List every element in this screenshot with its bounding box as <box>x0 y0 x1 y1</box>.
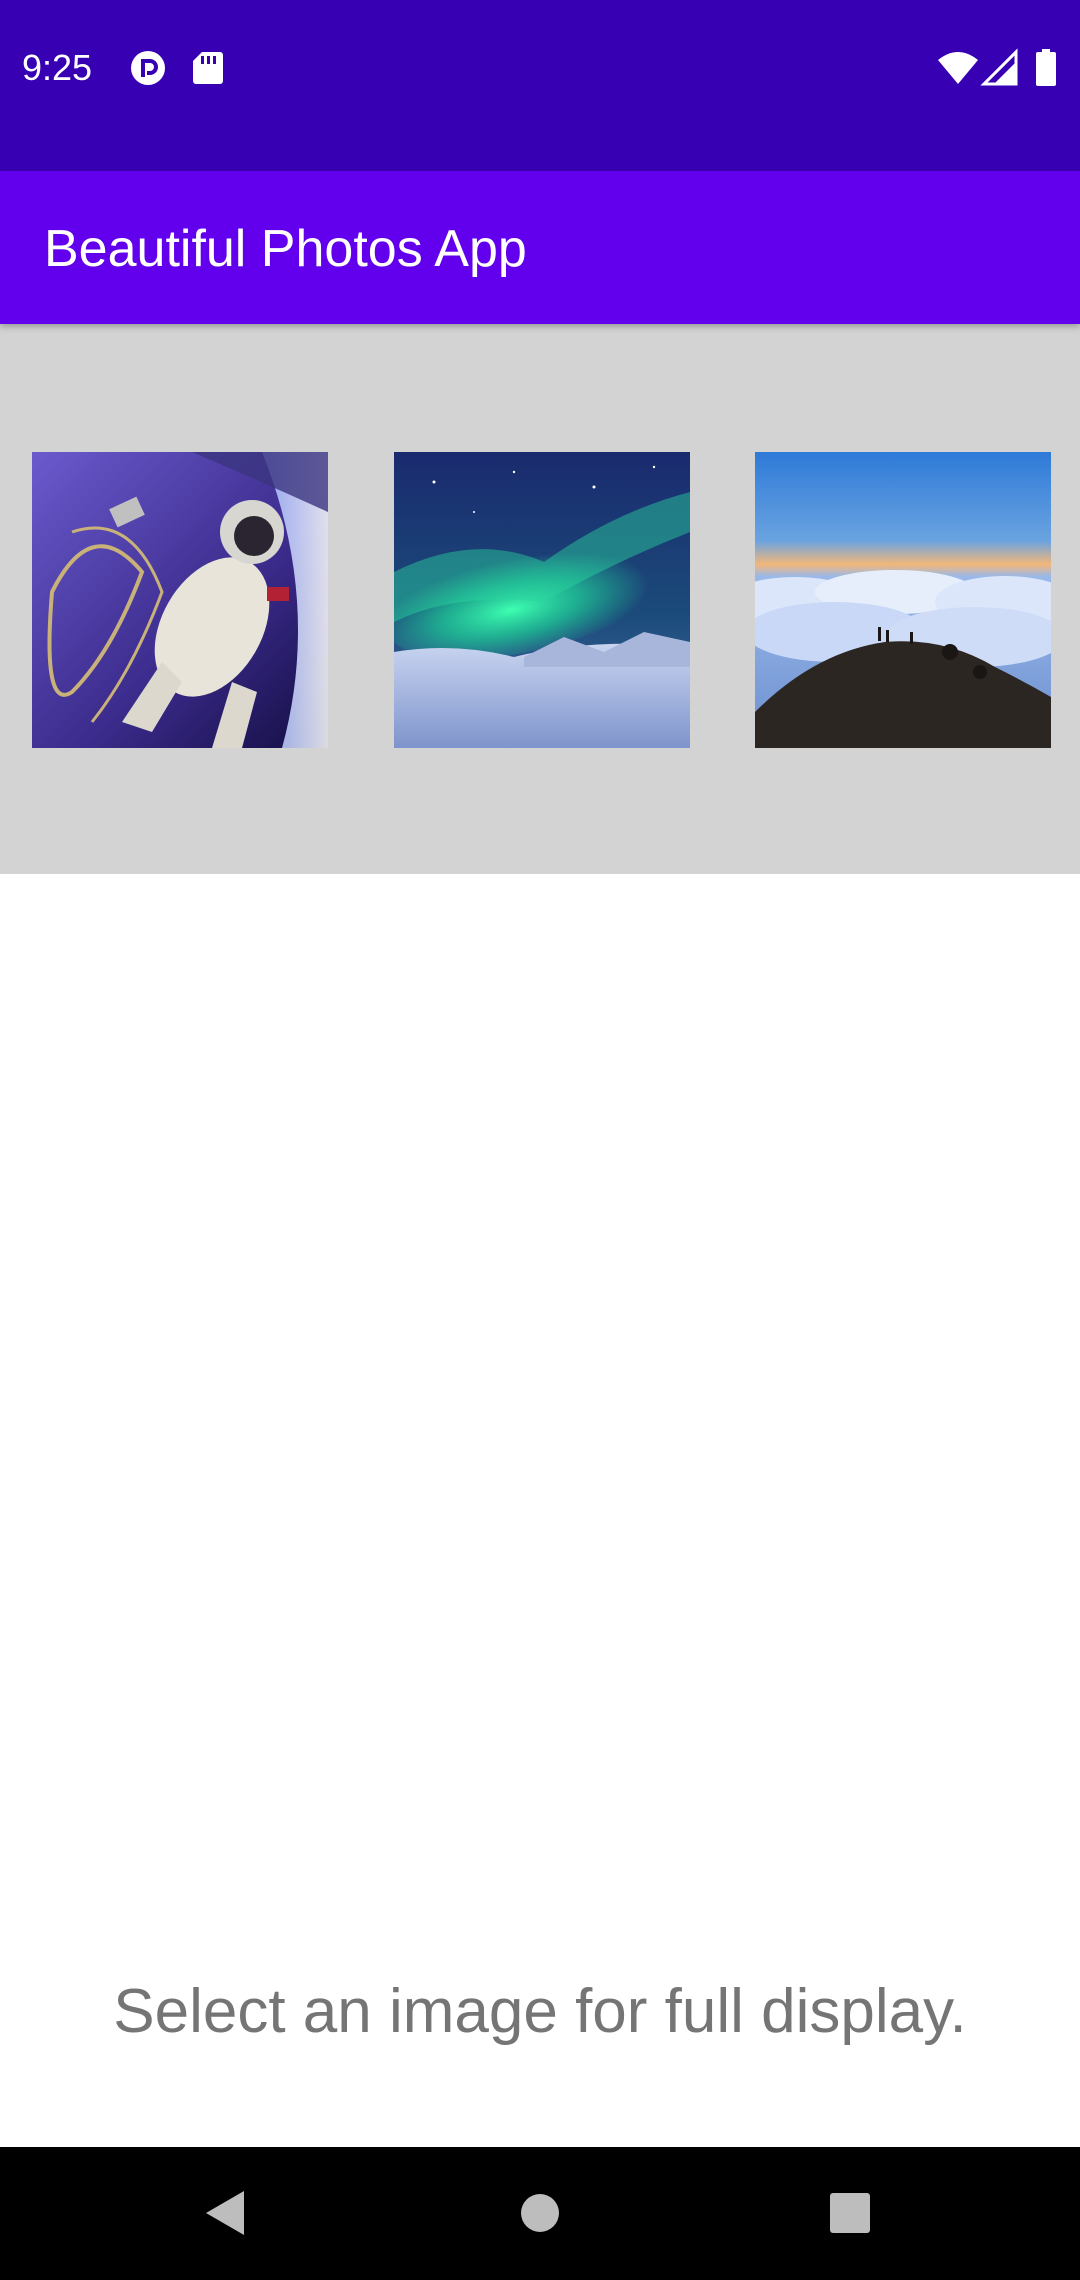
back-icon[interactable] <box>184 2171 268 2255</box>
app-title: Beautiful Photos App <box>44 220 527 278</box>
status-bar: 9:25 <box>0 0 1080 171</box>
status-time: 9:25 <box>22 47 93 88</box>
app-screen: 9:25 Beautiful Photos App Select an imag… <box>0 0 1080 2280</box>
sd-card-icon <box>188 48 228 88</box>
thumbnail-clouds-summit[interactable] <box>755 452 1051 748</box>
podcast-icon <box>128 48 168 88</box>
thumbnail-astronaut[interactable] <box>32 452 328 748</box>
navigation-bar <box>0 2147 1080 2280</box>
home-icon[interactable] <box>498 2171 582 2255</box>
app-bar: Beautiful Photos App <box>0 171 1080 324</box>
thumbnail-gallery <box>0 324 1080 874</box>
full-image-display: Select an image for full display. <box>0 874 1080 2147</box>
battery-icon <box>1034 48 1058 88</box>
recents-icon[interactable] <box>808 2171 892 2255</box>
wifi-icon <box>936 48 980 88</box>
select-image-hint: Select an image for full display. <box>113 1977 967 2046</box>
thumbnail-aurora[interactable] <box>394 452 690 748</box>
cell-signal-icon <box>980 48 1020 88</box>
